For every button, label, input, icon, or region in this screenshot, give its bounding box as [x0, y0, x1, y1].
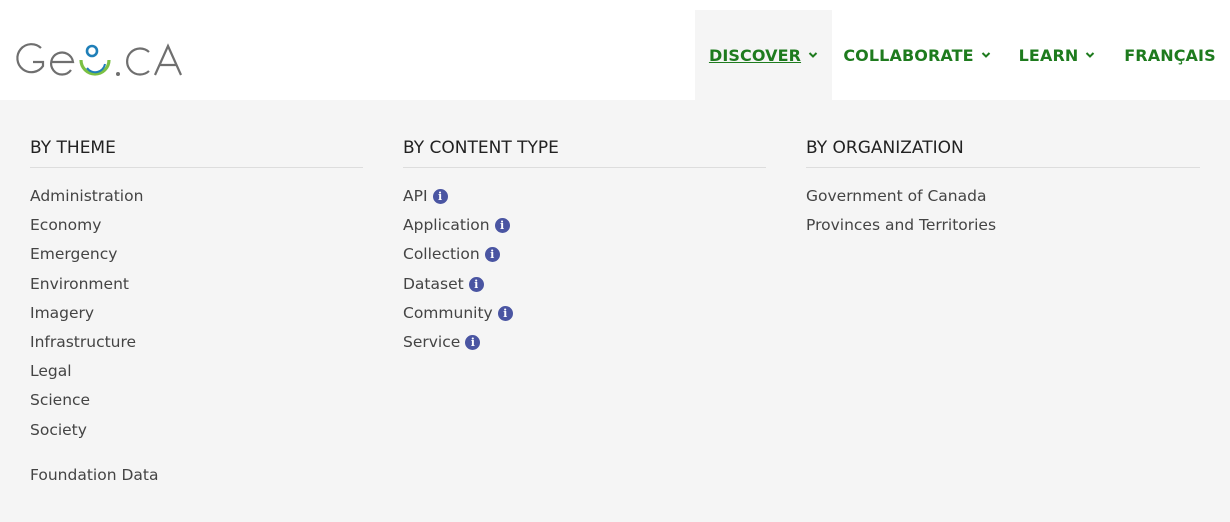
- by-theme-heading: BY THEME: [30, 138, 363, 168]
- discover-dropdown-panel: BY THEME Administration Economy Emergenc…: [0, 100, 1230, 522]
- content-type-label: Service: [403, 332, 461, 351]
- by-organization-heading: BY ORGANIZATION: [806, 138, 1200, 168]
- by-content-type-heading: BY CONTENT TYPE: [403, 138, 766, 168]
- chevron-down-icon: [808, 52, 818, 58]
- content-type-label: API: [403, 187, 428, 205]
- by-organization-list: Government of Canada Provinces and Terri…: [806, 182, 1200, 240]
- content-type-label: Application: [403, 216, 490, 235]
- foundation-data-link[interactable]: Foundation Data: [30, 466, 158, 484]
- organization-item-provinces-and-territories[interactable]: Provinces and Territories: [806, 211, 1200, 240]
- content-type-label: Dataset: [403, 274, 464, 293]
- content-type-label: Community: [403, 303, 493, 322]
- nav-collaborate-label: COLLABORATE: [843, 45, 974, 65]
- nav-discover-label: DISCOVER: [708, 45, 802, 65]
- nav-learn-label: LEARN: [1018, 45, 1079, 65]
- by-content-type-column: BY CONTENT TYPE API i Application i Coll…: [403, 138, 766, 357]
- chevron-down-icon: [1086, 52, 1095, 58]
- theme-item-society[interactable]: Society: [30, 416, 363, 445]
- theme-item-imagery[interactable]: Imagery: [30, 299, 363, 328]
- theme-item-infrastructure[interactable]: Infrastructure: [30, 328, 363, 357]
- content-type-label: Collection: [403, 245, 480, 264]
- info-icon[interactable]: i: [432, 189, 448, 205]
- site-header: DISCOVER COLLABORATE LEARN FRANÇAIS: [0, 0, 1230, 100]
- by-content-type-list: API i Application i Collection i Dataset…: [403, 182, 766, 357]
- theme-item-legal[interactable]: Legal: [30, 357, 363, 386]
- geo-ca-logo[interactable]: [13, 40, 188, 80]
- info-icon[interactable]: i: [497, 305, 513, 321]
- by-organization-column: BY ORGANIZATION Government of Canada Pro…: [806, 138, 1200, 240]
- by-theme-column: BY THEME Administration Economy Emergenc…: [30, 138, 363, 445]
- chevron-down-icon: [981, 52, 990, 58]
- theme-item-environment[interactable]: Environment: [30, 270, 363, 299]
- content-type-item-service[interactable]: Service i: [403, 328, 766, 357]
- theme-item-economy[interactable]: Economy: [30, 211, 363, 240]
- content-type-item-application[interactable]: Application i: [403, 211, 766, 240]
- info-icon[interactable]: i: [494, 218, 510, 234]
- organization-item-government-of-canada[interactable]: Government of Canada: [806, 182, 1200, 211]
- nav-discover[interactable]: DISCOVER: [695, 10, 832, 100]
- info-icon[interactable]: i: [484, 247, 500, 263]
- content-type-item-dataset[interactable]: Dataset i: [403, 270, 766, 299]
- nav-collaborate[interactable]: COLLABORATE: [842, 10, 992, 100]
- by-theme-list: Administration Economy Emergency Environ…: [30, 182, 363, 445]
- theme-item-science[interactable]: Science: [30, 386, 363, 415]
- theme-item-emergency[interactable]: Emergency: [30, 240, 363, 269]
- content-type-item-api[interactable]: API i: [403, 182, 766, 211]
- info-icon[interactable]: i: [468, 276, 484, 292]
- content-type-item-community[interactable]: Community i: [403, 299, 766, 328]
- nav-francais-label: FRANÇAIS: [1124, 45, 1216, 65]
- content-type-item-collection[interactable]: Collection i: [403, 240, 766, 269]
- theme-item-administration[interactable]: Administration: [30, 182, 363, 211]
- nav-francais[interactable]: FRANÇAIS: [1120, 10, 1220, 100]
- nav-learn[interactable]: LEARN: [1012, 10, 1102, 100]
- info-icon[interactable]: i: [465, 335, 481, 351]
